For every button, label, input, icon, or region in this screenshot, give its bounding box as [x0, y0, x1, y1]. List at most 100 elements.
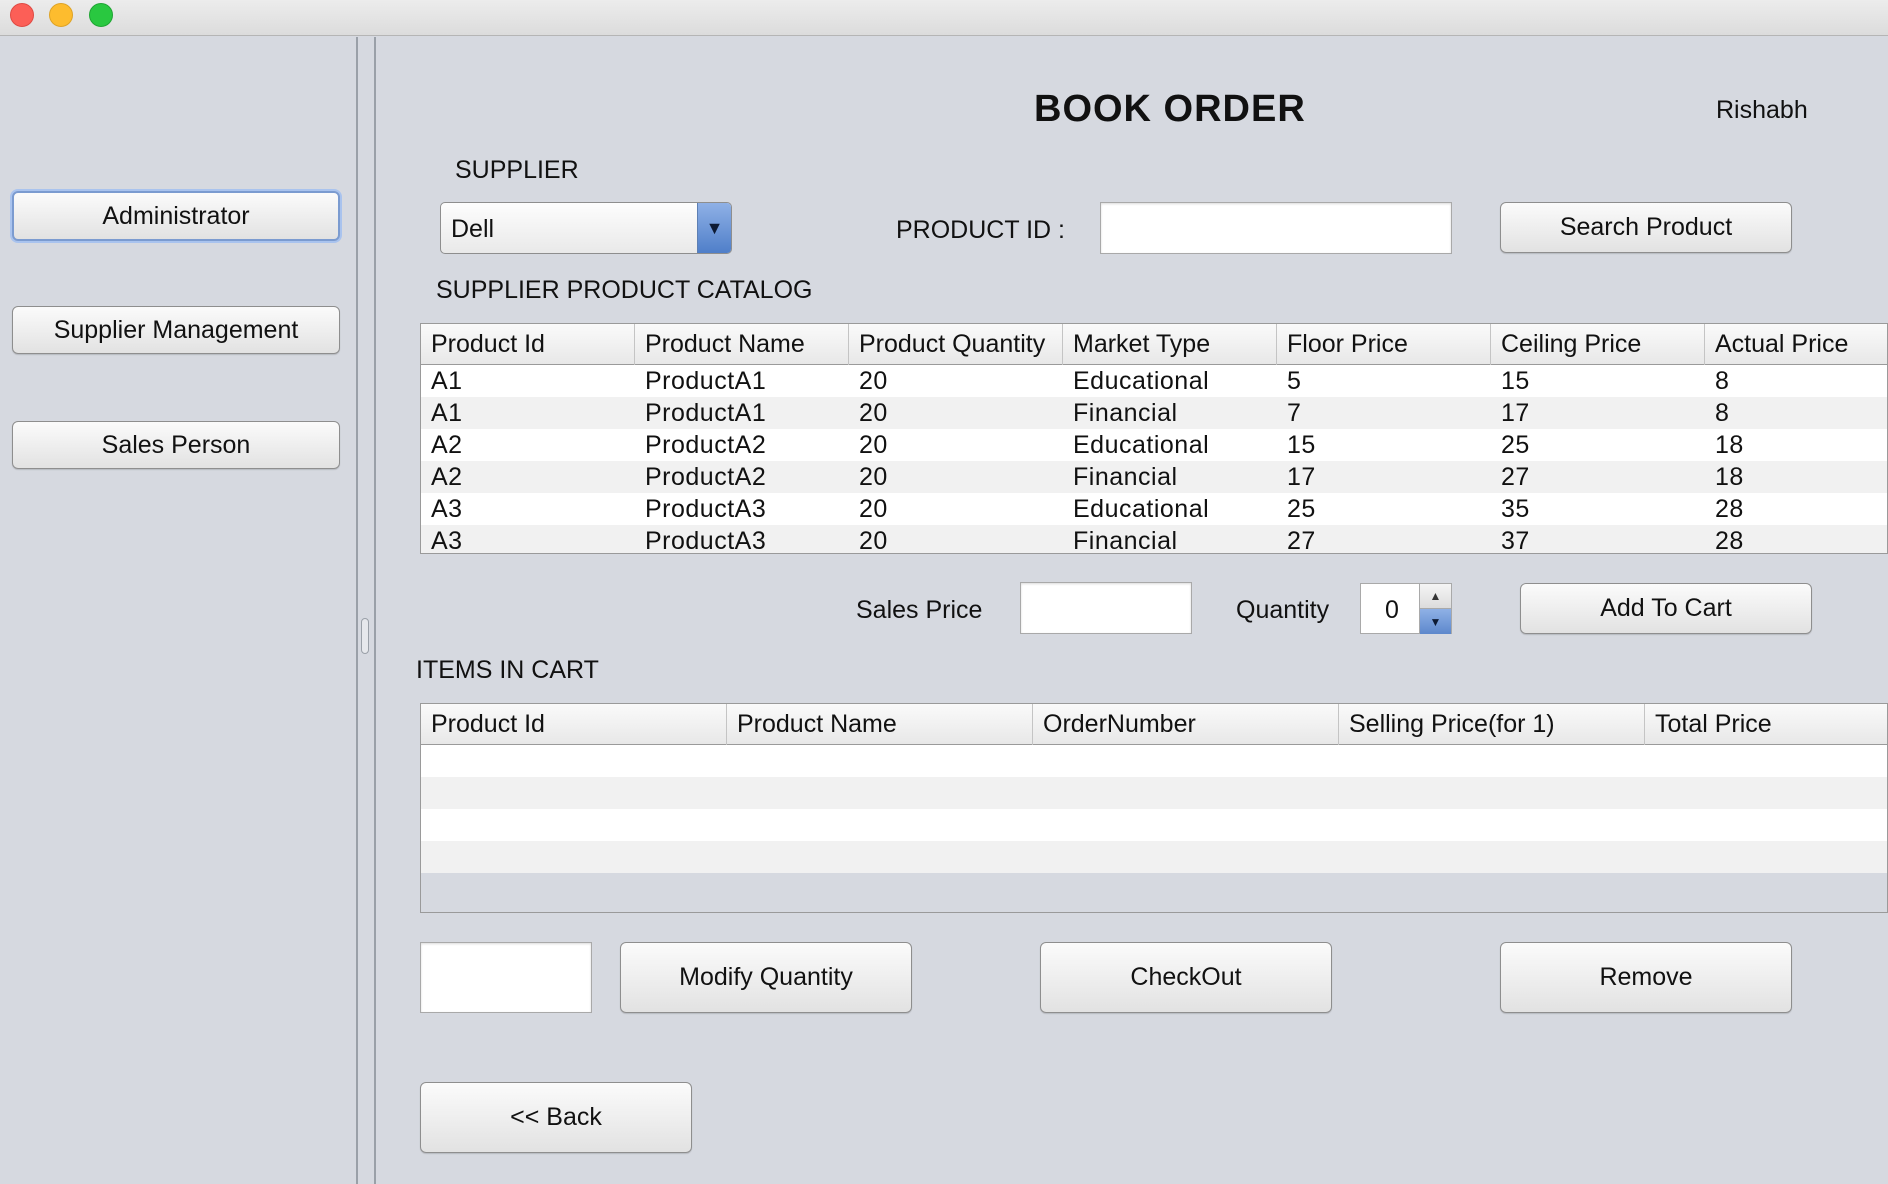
table-cell: 35 — [1501, 495, 1530, 523]
table-cell: A2 — [431, 431, 463, 459]
table-cell: Financial — [1073, 463, 1178, 491]
table-cell: 28 — [1715, 527, 1744, 554]
table-cell: 20 — [859, 399, 888, 427]
quantity-value: 0 — [1385, 596, 1399, 624]
table-cell: ProductA2 — [645, 431, 767, 459]
catalog-table-header: Product Id Product Name Product Quantity Ma… — [421, 324, 1887, 365]
sidebar-item-administrator[interactable]: Administrator — [12, 191, 340, 241]
close-window-icon[interactable] — [10, 3, 34, 27]
zoom-window-icon[interactable] — [89, 3, 113, 27]
cart-column-header[interactable]: Total Price — [1645, 704, 1887, 745]
table-cell: 18 — [1715, 431, 1744, 459]
table-cell: 8 — [1715, 367, 1730, 395]
cart-table-body — [421, 745, 1887, 873]
table-cell: 20 — [859, 367, 888, 395]
modify-quantity-input[interactable] — [420, 942, 592, 1013]
table-row[interactable]: A1 ProductA1 20 Financial 7 17 8 — [421, 397, 1887, 429]
table-cell: A3 — [431, 527, 463, 554]
table-cell: 25 — [1287, 495, 1316, 523]
supplier-label: SUPPLIER — [455, 156, 579, 184]
cart-column-header[interactable]: Product Id — [421, 704, 727, 745]
split-pane-grip[interactable] — [361, 618, 369, 654]
catalog-column-header[interactable]: Floor Price — [1277, 324, 1491, 365]
quantity-label: Quantity — [1236, 596, 1330, 624]
supplier-dropdown[interactable]: Dell ▼ — [440, 202, 732, 254]
quantity-stepper[interactable]: 0 ▲ ▼ — [1360, 583, 1452, 634]
checkout-button[interactable]: CheckOut — [1040, 942, 1332, 1013]
table-cell: 20 — [859, 431, 888, 459]
sales-price-label: Sales Price — [856, 596, 983, 624]
sidebar: Administrator Supplier Management Sales … — [0, 37, 356, 1184]
decrement-arrow-icon[interactable]: ▼ — [1419, 609, 1451, 634]
table-cell: A1 — [431, 367, 463, 395]
catalog-table-body: A1 ProductA1 20 Educational 5 15 8 A1 ProductA1 2… — [421, 365, 1887, 554]
table-cell: 28 — [1715, 495, 1744, 523]
table-cell: Educational — [1073, 495, 1210, 523]
sidebar-item-sales-person[interactable]: Sales Person — [12, 421, 340, 469]
table-cell: 25 — [1501, 431, 1530, 459]
table-cell: 20 — [859, 527, 888, 554]
table-cell: 5 — [1287, 367, 1302, 395]
product-id-label: PRODUCT ID : — [896, 216, 1065, 244]
cart-column-header[interactable]: Selling Price(for 1) — [1339, 704, 1645, 745]
chevron-down-icon[interactable]: ▼ — [697, 203, 731, 253]
empty-table-row — [421, 777, 1887, 809]
table-cell: 8 — [1715, 399, 1730, 427]
table-cell: Financial — [1073, 399, 1178, 427]
cart-label: ITEMS IN CART — [416, 656, 599, 684]
page-title: BOOK ORDER — [1034, 88, 1306, 130]
table-cell: Educational — [1073, 431, 1210, 459]
table-cell: 15 — [1287, 431, 1316, 459]
table-row[interactable]: A3 ProductA3 20 Financial 27 37 28 — [421, 525, 1887, 554]
catalog-label: SUPPLIER PRODUCT CATALOG — [436, 276, 813, 304]
table-cell: 37 — [1501, 527, 1530, 554]
table-cell: 15 — [1501, 367, 1530, 395]
catalog-column-header[interactable]: Product Id — [421, 324, 635, 365]
cart-column-header[interactable]: OrderNumber — [1033, 704, 1339, 745]
minimize-window-icon[interactable] — [49, 3, 73, 27]
table-cell: ProductA3 — [645, 527, 767, 554]
table-cell: 27 — [1287, 527, 1316, 554]
table-cell: Financial — [1073, 527, 1178, 554]
back-button[interactable]: << Back — [420, 1082, 692, 1153]
table-cell: 20 — [859, 495, 888, 523]
catalog-column-header[interactable]: Market Type — [1063, 324, 1277, 365]
table-cell: A3 — [431, 495, 463, 523]
catalog-column-header[interactable]: Ceiling Price — [1491, 324, 1705, 365]
add-to-cart-button[interactable]: Add To Cart — [1520, 583, 1812, 634]
table-row[interactable]: A2 ProductA2 20 Educational 15 25 18 — [421, 429, 1887, 461]
table-cell: ProductA3 — [645, 495, 767, 523]
table-row[interactable]: A2 ProductA2 20 Financial 17 27 18 — [421, 461, 1887, 493]
modify-quantity-button[interactable]: Modify Quantity — [620, 942, 912, 1013]
table-cell: 20 — [859, 463, 888, 491]
catalog-column-header[interactable]: Product Quantity — [849, 324, 1063, 365]
increment-arrow-icon[interactable]: ▲ — [1419, 584, 1451, 609]
table-cell: Educational — [1073, 367, 1210, 395]
table-cell: 7 — [1287, 399, 1302, 427]
catalog-column-header[interactable]: Actual Price — [1705, 324, 1887, 365]
empty-table-row — [421, 745, 1887, 777]
supplier-selected-value: Dell — [451, 215, 495, 243]
table-cell: 17 — [1287, 463, 1316, 491]
cart-table-header: Product Id Product Name OrderNumber Selling… — [421, 704, 1887, 745]
table-cell: ProductA1 — [645, 399, 767, 427]
catalog-table[interactable]: Product Id Product Name Product Quantity Ma… — [420, 323, 1888, 554]
table-cell: A2 — [431, 463, 463, 491]
cart-column-header[interactable]: Product Name — [727, 704, 1033, 745]
table-row[interactable]: A3 ProductA3 20 Educational 25 35 28 — [421, 493, 1887, 525]
split-pane-divider[interactable] — [356, 37, 358, 1184]
sales-price-input[interactable] — [1020, 582, 1192, 634]
table-cell: 18 — [1715, 463, 1744, 491]
window-titlebar — [0, 0, 1888, 36]
table-cell: ProductA1 — [645, 367, 767, 395]
catalog-column-header[interactable]: Product Name — [635, 324, 849, 365]
empty-table-row — [421, 809, 1887, 841]
remove-button[interactable]: Remove — [1500, 942, 1792, 1013]
empty-table-row — [421, 841, 1887, 873]
cart-table[interactable]: Product Id Product Name OrderNumber Selling… — [420, 703, 1888, 913]
table-cell: A1 — [431, 399, 463, 427]
table-row[interactable]: A1 ProductA1 20 Educational 5 15 8 — [421, 365, 1887, 397]
sidebar-item-supplier-management[interactable]: Supplier Management — [12, 306, 340, 354]
product-id-input[interactable] — [1100, 202, 1452, 254]
search-product-button[interactable]: Search Product — [1500, 202, 1792, 253]
